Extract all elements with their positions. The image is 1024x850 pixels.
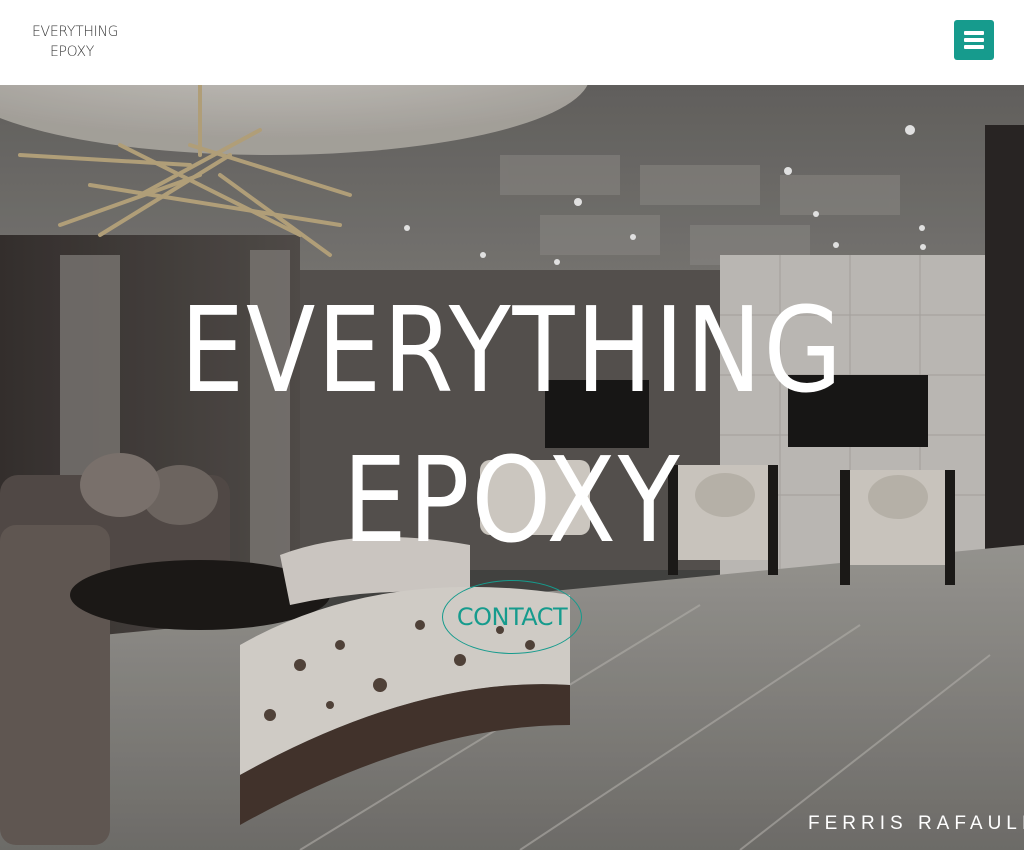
- site-header: EVERYTHING EPOXY: [0, 0, 1024, 85]
- hero-title: EVERYTHING EPOXY: [72, 275, 953, 575]
- brand-line-1: EVERYTHING: [32, 23, 119, 40]
- hero-title-line-1: EVERYTHING: [180, 281, 844, 419]
- site-logo[interactable]: EVERYTHING EPOXY: [32, 22, 119, 62]
- photo-watermark: FERRIS RAFAULI: [808, 813, 1024, 834]
- hero-section: EVERYTHING EPOXY CONTACT FERRIS RAFAULI: [0, 85, 1024, 850]
- hamburger-icon: [964, 31, 984, 49]
- contact-button[interactable]: CONTACT: [442, 580, 582, 654]
- brand-line-2: EPOXY: [49, 43, 95, 60]
- hero-title-line-2: EPOXY: [342, 431, 682, 569]
- menu-toggle-button[interactable]: [954, 20, 994, 60]
